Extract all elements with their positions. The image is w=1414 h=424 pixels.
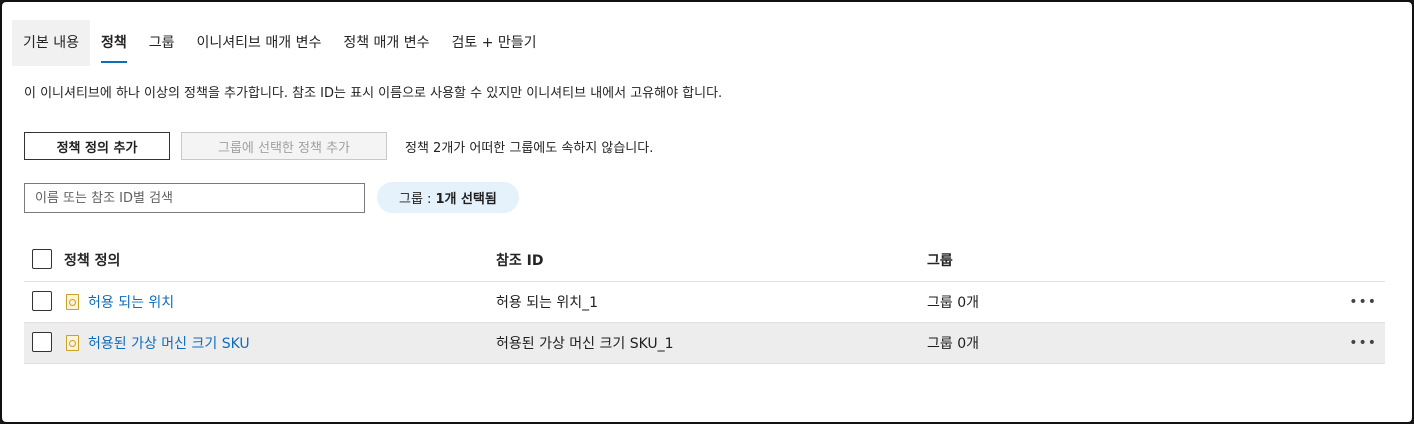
tab-policy-parameters[interactable]: 정책 매개 변수 (332, 20, 440, 66)
group-filter-label: 그룹 : (399, 192, 432, 207)
header-reference-id: 참조 ID (496, 252, 544, 269)
policy-table: 정책 정의 참조 ID 그룹 허용 되는 위치 허용 되는 위치_1 그룹 0개… (24, 238, 1385, 364)
tab-initiative-parameters[interactable]: 이니셔티브 매개 변수 (186, 20, 333, 66)
policy-icon (66, 294, 79, 310)
group-filter-pill[interactable]: 그룹 : 1개 선택됨 (377, 182, 519, 213)
tab-bar: 기본 내용 정책 그룹 이니셔티브 매개 변수 정책 매개 변수 검토 + 만들… (12, 20, 548, 66)
row-checkbox[interactable] (32, 332, 52, 352)
reference-id-cell: 허용된 가상 머신 크기 SKU_1 (496, 336, 674, 352)
header-group: 그룹 (927, 252, 953, 269)
table-row[interactable]: 허용된 가상 머신 크기 SKU 허용된 가상 머신 크기 SKU_1 그룹 0… (24, 323, 1385, 364)
select-all-checkbox[interactable] (32, 248, 52, 269)
policy-icon (66, 335, 79, 351)
table-header: 정책 정의 참조 ID 그룹 (24, 238, 1385, 282)
group-filter-value: 1개 선택됨 (435, 192, 497, 207)
group-cell: 그룹 0개 (927, 295, 979, 311)
group-cell: 그룹 0개 (927, 336, 979, 352)
more-options-icon[interactable]: ••• (1349, 335, 1377, 351)
tab-groups[interactable]: 그룹 (138, 20, 186, 66)
tab-review-create[interactable]: 검토 + 만들기 (441, 20, 548, 66)
row-checkbox[interactable] (32, 291, 52, 311)
search-input[interactable] (24, 183, 365, 213)
add-policy-definition-button[interactable]: 정책 정의 추가 (24, 132, 170, 160)
ungrouped-note: 정책 2개가 어떠한 그룹에도 속하지 않습니다. (405, 141, 654, 156)
add-to-group-button[interactable]: 그룹에 선택한 정책 추가 (181, 132, 387, 160)
policy-link[interactable]: 허용 되는 위치 (88, 292, 174, 312)
reference-id-cell: 허용 되는 위치_1 (496, 295, 599, 311)
app-frame: 기본 내용 정책 그룹 이니셔티브 매개 변수 정책 매개 변수 검토 + 만들… (0, 0, 1414, 424)
more-options-icon[interactable]: ••• (1349, 294, 1377, 310)
header-policy-definition: 정책 정의 (64, 252, 121, 269)
page-description: 이 이니셔티브에 하나 이상의 정책을 추가합니다. 참조 ID는 표시 이름으… (24, 86, 723, 101)
table-row[interactable]: 허용 되는 위치 허용 되는 위치_1 그룹 0개 ••• (24, 282, 1385, 323)
tab-basics[interactable]: 기본 내용 (12, 20, 90, 66)
policy-link[interactable]: 허용된 가상 머신 크기 SKU (88, 333, 250, 353)
tab-policies[interactable]: 정책 (90, 20, 138, 66)
